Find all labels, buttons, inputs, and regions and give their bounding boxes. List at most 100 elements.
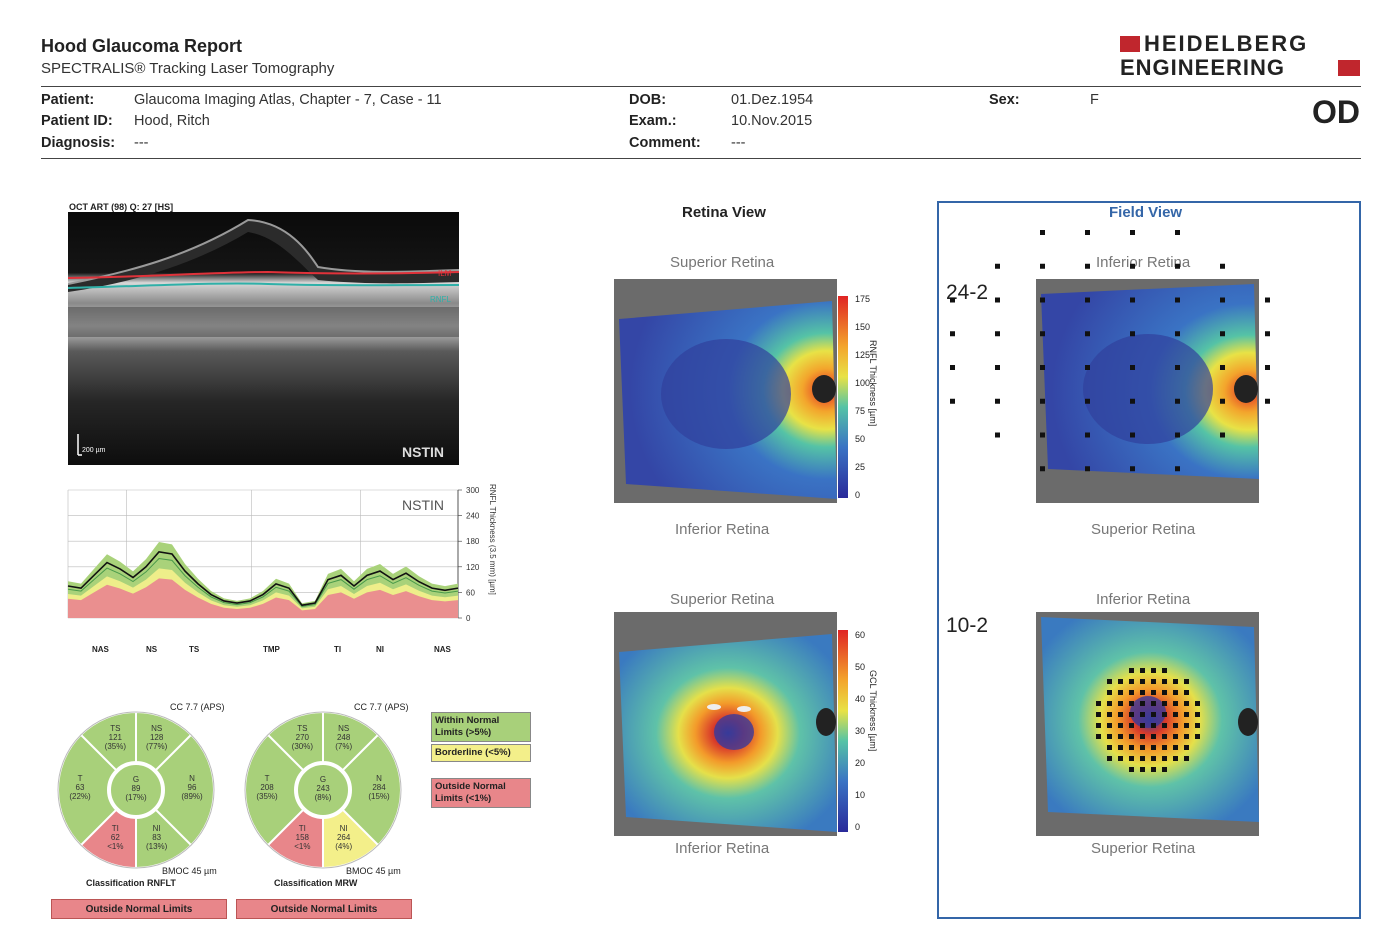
field-10-2-map [1036, 612, 1259, 836]
test-point [1184, 679, 1189, 684]
test-point [1085, 365, 1090, 370]
sector-text: TI [299, 824, 306, 833]
profile-axis-label: RNFL Thickness (3.5 mm) [µm] [488, 484, 497, 595]
scale-tick-label: 30 [855, 726, 866, 736]
sector-text: <1% [294, 842, 310, 851]
test-point [1175, 365, 1180, 370]
test-point [1129, 668, 1134, 673]
scale-tick-label: 0 [855, 822, 861, 832]
patient-id-value: Hood, Ritch [134, 113, 210, 129]
mrw-classification: CC 7.7 (APS) TS 270 (30%) NS 248 (7%) N 284 (15%… [234, 698, 424, 894]
oct-bscan-image: ILM RNFL 200 µm NSTIN [67, 212, 460, 465]
test-point [1184, 690, 1189, 695]
profile-direction: NSTIN [402, 497, 444, 513]
logo-red-block-bottom [1338, 60, 1360, 76]
test-point [1184, 756, 1189, 761]
sector-text: 243 [316, 784, 330, 793]
field-view-title: Field View [1109, 204, 1183, 221]
test-point [1140, 745, 1145, 750]
test-point [1129, 723, 1134, 728]
sex-label: Sex: [989, 92, 1020, 108]
test-point [1140, 701, 1145, 706]
test-point [1195, 734, 1200, 739]
test-point [950, 297, 955, 303]
sector-text: 158 [296, 833, 310, 842]
rnflt-classification: CC 7.7 (APS) TS 121 (35%) NS 128 (77%) N 96 (89%… [50, 698, 240, 894]
test-point [1220, 263, 1225, 269]
test-point [1265, 365, 1270, 370]
sector-text: <1% [107, 842, 123, 851]
test-point [1220, 365, 1225, 370]
test-point [1175, 230, 1180, 235]
test-point [1151, 679, 1156, 684]
diagnosis-label: Diagnosis: [41, 135, 116, 151]
test-point [1140, 767, 1145, 772]
scale-tick-label: 20 [855, 758, 866, 768]
bscan-direction: NSTIN [402, 444, 444, 460]
sector-text: 264 [337, 833, 351, 842]
test-point [1040, 297, 1045, 303]
profile-sector-label: NS [146, 645, 158, 654]
sector-text: (15%) [368, 792, 390, 801]
test-point [1096, 701, 1101, 706]
test-point [1151, 668, 1156, 673]
test-point [1118, 723, 1123, 728]
sector-text: 248 [337, 733, 351, 742]
test-point [1107, 723, 1112, 728]
retina-map2-top-label: Superior Retina [670, 591, 775, 608]
legend-within: Within Normal Limits (>5%) [431, 712, 531, 742]
logo-red-block-top [1120, 36, 1140, 52]
test-point [1151, 734, 1156, 739]
retina-map2-bottom-label: Inferior Retina [675, 840, 770, 857]
test-point [1265, 297, 1270, 303]
test-point [1107, 679, 1112, 684]
test-point [1085, 331, 1090, 337]
test-point [1096, 723, 1101, 728]
sex-value: F [1090, 92, 1099, 108]
sector-text: 270 [296, 733, 310, 742]
test-point [1118, 679, 1123, 684]
test-point [1130, 365, 1135, 370]
profile-tick-label: 300 [466, 486, 480, 495]
test-point [1173, 734, 1178, 739]
sector-text: 208 [260, 783, 274, 792]
patient-rule [41, 158, 1361, 159]
field-10-2-test-points [1096, 668, 1200, 772]
field-24-2-test-points [950, 230, 1270, 472]
sector-text: (7%) [335, 742, 352, 751]
test-point [1085, 230, 1090, 235]
test-point [1162, 767, 1167, 772]
test-point [1040, 365, 1045, 370]
test-point [1162, 734, 1167, 739]
rnflt-bmo: BMOC 45 µm [162, 866, 217, 876]
rnfl-label: RNFL [430, 295, 451, 304]
test-point [1130, 466, 1135, 472]
profile-tick-label: 120 [466, 563, 480, 572]
test-point [1140, 734, 1145, 739]
profile-sector-label: TMP [263, 645, 281, 654]
test-point [1173, 712, 1178, 717]
sector-text: NS [151, 724, 162, 733]
test-point [1151, 723, 1156, 728]
sector-text: T [78, 774, 83, 783]
mrw-status-button: Outside Normal Limits [236, 899, 412, 919]
test-point [1151, 745, 1156, 750]
retina-map1-bottom-label: Inferior Retina [675, 521, 770, 538]
sector-text: (30%) [292, 742, 314, 751]
rnfl-map-svg [614, 279, 837, 503]
comment-value: --- [731, 135, 746, 151]
test-point [1107, 734, 1112, 739]
profile-sector-label: NI [376, 645, 384, 654]
legend-borderline: Borderline (<5%) [431, 744, 531, 762]
profile-tick-label: 180 [466, 537, 480, 546]
scale-label: 200 µm [82, 447, 106, 454]
test-point [1175, 263, 1180, 269]
test-point [1130, 331, 1135, 337]
sector-text: 284 [372, 783, 386, 792]
rnflt-status-button: Outside Normal Limits [51, 899, 227, 919]
test-point [1175, 466, 1180, 472]
rnfl-profile-chart: NSTIN 300 240 180 120 60 0 NAS NS TS TMP TI NI NAS … [40, 482, 520, 657]
scale-tick-label: 175 [855, 294, 871, 304]
sector-text: N [189, 774, 195, 783]
test-point [950, 398, 955, 404]
